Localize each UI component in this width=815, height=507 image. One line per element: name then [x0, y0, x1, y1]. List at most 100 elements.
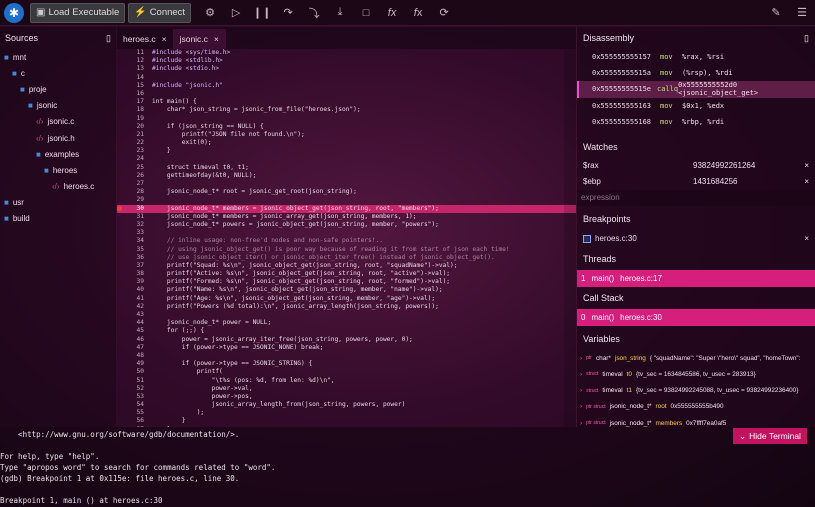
disassembly-row[interactable]: 0x555555555157 mov %rax, %rsi: [577, 49, 815, 65]
gutter[interactable]: [117, 147, 124, 155]
variable-row[interactable]: › ptr struct jsonic_node_t* root 0x555555555…: [577, 399, 815, 415]
expand-icon[interactable]: ›: [580, 403, 582, 410]
gutter[interactable]: [117, 393, 124, 401]
gutter[interactable]: [117, 74, 124, 82]
close-icon[interactable]: ×: [162, 34, 167, 44]
gutter[interactable]: [117, 270, 124, 278]
cpu-icon[interactable]: ⚙: [197, 3, 223, 23]
tools-icon[interactable]: ✎: [763, 3, 789, 23]
step-over-icon[interactable]: ↷: [275, 3, 301, 23]
new-file-icon[interactable]: ▯: [106, 33, 111, 44]
gutter[interactable]: [117, 196, 124, 204]
hide-terminal-button[interactable]: ⌄ Hide Terminal: [733, 428, 807, 444]
callstack-row[interactable]: 0 main() heroes.c:30: [577, 308, 815, 326]
gutter[interactable]: [117, 82, 124, 90]
gutter[interactable]: [117, 123, 124, 131]
gutter[interactable]: [117, 262, 124, 270]
gutter[interactable]: [117, 131, 124, 139]
gutter[interactable]: [117, 319, 124, 327]
gutter[interactable]: [117, 57, 124, 65]
watch-row[interactable]: $rax 93824992261264 ×: [577, 158, 815, 174]
gutter[interactable]: [117, 303, 124, 311]
gutter[interactable]: [117, 205, 124, 213]
tree-folder[interactable]: ■ c: [0, 65, 116, 81]
gutter[interactable]: [117, 65, 124, 73]
gutter[interactable]: [117, 164, 124, 172]
tree-folder[interactable]: ■ mnt: [0, 49, 116, 65]
load-executable-button[interactable]: ▣ Load Executable: [30, 2, 126, 23]
gutter[interactable]: [117, 385, 124, 393]
expand-icon[interactable]: ›: [580, 420, 582, 427]
gutter[interactable]: [117, 172, 124, 180]
gutter[interactable]: [117, 278, 124, 286]
tree-folder[interactable]: ■ proje: [0, 81, 116, 97]
close-icon[interactable]: ×: [804, 177, 809, 186]
scrollbar[interactable]: [564, 49, 576, 427]
thread-row[interactable]: 1 main() heroes.c:17: [577, 269, 815, 287]
gutter[interactable]: [117, 229, 124, 237]
disassembly-row[interactable]: 0x555555555168 mov %rbp, %rdi: [577, 114, 815, 130]
menu-icon[interactable]: ☰: [789, 3, 815, 23]
gutter[interactable]: [117, 409, 124, 417]
gutter[interactable]: [117, 155, 124, 163]
pause-icon[interactable]: ❙❙: [249, 3, 275, 23]
gutter[interactable]: [117, 327, 124, 335]
gutter[interactable]: [117, 221, 124, 229]
gutter[interactable]: [117, 106, 124, 114]
gutter[interactable]: [117, 368, 124, 376]
tree-folder[interactable]: ■ jsonic: [0, 98, 116, 114]
tab-heroes-c[interactable]: heroes.c ×: [117, 29, 174, 49]
tree-folder[interactable]: ■ heroes: [0, 162, 116, 178]
function-icon[interactable]: fx: [379, 3, 405, 23]
variable-row[interactable]: › ptr char* json_string{ "squadName": "Supe…: [577, 350, 815, 366]
expand-icon[interactable]: ›: [580, 371, 582, 378]
step-out-icon[interactable]: ⤓: [327, 3, 353, 23]
connect-button[interactable]: ⚡ Connect: [128, 2, 192, 23]
breakpoint-icon[interactable]: [117, 206, 122, 212]
watch-row[interactable]: $ebp 1431684256 ×: [577, 174, 815, 190]
gutter[interactable]: [117, 188, 124, 196]
gutter[interactable]: [117, 286, 124, 294]
file-icon[interactable]: ▯: [804, 33, 809, 44]
disassembly-row[interactable]: 0x55555555515a mov (%rsp), %rdi: [577, 65, 815, 81]
disassembly-row[interactable]: 0x555555555163 mov $0x1, %edx: [577, 98, 815, 114]
gutter[interactable]: [117, 360, 124, 368]
close-icon[interactable]: ×: [804, 161, 809, 170]
code-area[interactable]: 11 #include <sys/time.h> 12 #include <stdli…: [117, 49, 576, 427]
gutter[interactable]: [117, 213, 124, 221]
gutter[interactable]: [117, 237, 124, 245]
gutter[interactable]: [117, 401, 124, 409]
breakpoint-row[interactable]: heroes.c:30 ×: [577, 230, 815, 248]
gutter[interactable]: [117, 115, 124, 123]
gutter[interactable]: [117, 352, 124, 360]
tree-folder[interactable]: ■ usr: [0, 195, 116, 211]
tree-folder[interactable]: ■ build: [0, 211, 116, 227]
disassembly-row[interactable]: 0x55555555515e callq 0x5555555552d0 <jsoni…: [577, 81, 815, 98]
gutter[interactable]: [117, 180, 124, 188]
gutter[interactable]: [117, 139, 124, 147]
tree-file[interactable]: ‹/› heroes.c: [0, 179, 116, 195]
gutter[interactable]: [117, 311, 124, 319]
watch-expression-input[interactable]: expression: [577, 189, 815, 206]
gutter[interactable]: [117, 90, 124, 98]
tree-file[interactable]: ‹/› jsonic.c: [0, 114, 116, 130]
tree-folder[interactable]: ■ examples: [0, 146, 116, 162]
expand-icon[interactable]: ›: [580, 355, 582, 362]
refresh-icon[interactable]: ⟳: [431, 3, 457, 23]
step-into-icon[interactable]: ⤵: [301, 3, 327, 23]
tab-jsonic-c[interactable]: jsonic.c ×: [173, 29, 226, 49]
gutter[interactable]: [117, 49, 124, 57]
close-icon[interactable]: ×: [214, 34, 219, 44]
stop-icon[interactable]: □: [353, 3, 379, 23]
gutter[interactable]: [117, 254, 124, 262]
play-icon[interactable]: ▷: [223, 3, 249, 23]
gutter[interactable]: [117, 98, 124, 106]
checkbox-icon[interactable]: [583, 234, 591, 243]
expand-icon[interactable]: ›: [580, 387, 582, 394]
gutter[interactable]: [117, 246, 124, 254]
tree-file[interactable]: ‹/› jsonic.h: [0, 130, 116, 146]
gutter[interactable]: [117, 377, 124, 385]
gutter[interactable]: [117, 344, 124, 352]
terminal[interactable]: <http://www.gnu.org/software/gdb/documen…: [0, 427, 815, 507]
close-icon[interactable]: ×: [804, 234, 809, 243]
